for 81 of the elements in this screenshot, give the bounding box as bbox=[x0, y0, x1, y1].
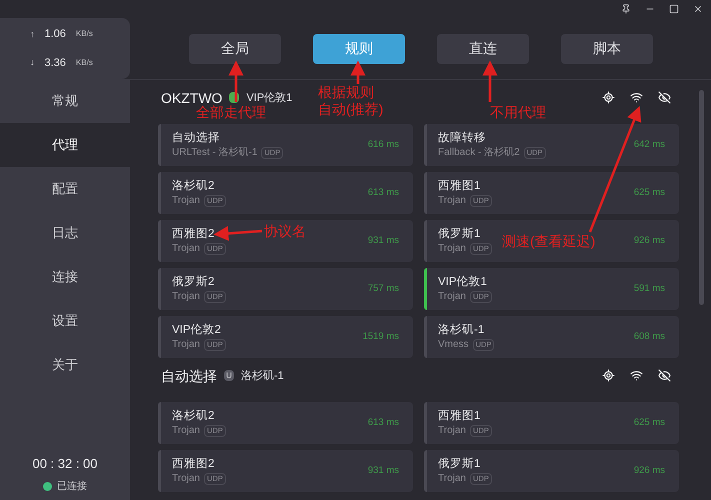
latency: 926 ms bbox=[634, 234, 665, 248]
annotation-text: 不用代理 bbox=[490, 104, 546, 121]
latency: 931 ms bbox=[368, 464, 399, 478]
proxy-type: Trojan bbox=[172, 338, 200, 352]
proxy-type: Trojan bbox=[172, 290, 200, 304]
latency: 625 ms bbox=[634, 416, 665, 430]
proxy-name: 自动选择 bbox=[172, 130, 220, 146]
close-icon[interactable] bbox=[693, 4, 703, 14]
latency: 926 ms bbox=[634, 464, 665, 478]
hide-icon[interactable] bbox=[658, 91, 671, 104]
traffic-value: 3.36 bbox=[44, 56, 66, 70]
status-label: 已连接 bbox=[57, 480, 87, 494]
annotation-text: 测速(查看延迟) bbox=[502, 232, 596, 250]
proxy-name: 俄罗斯2 bbox=[172, 274, 214, 290]
traffic-arrow: ↓ bbox=[30, 56, 34, 69]
proxy-type: Trojan bbox=[172, 194, 200, 208]
sidebar-item[interactable]: 日志 bbox=[0, 211, 130, 255]
locate-icon[interactable] bbox=[602, 369, 615, 382]
group-name: 自动选择 bbox=[161, 367, 217, 386]
hide-icon[interactable] bbox=[658, 369, 671, 382]
proxy-name: VIP伦敦1 bbox=[438, 274, 487, 290]
annotation-arrow bbox=[214, 226, 262, 241]
sidebar-item[interactable]: 常规 bbox=[0, 79, 130, 123]
proxy-type: Trojan bbox=[172, 472, 200, 486]
traffic-unit: KB/s bbox=[76, 28, 93, 40]
proxy-type: Trojan bbox=[438, 290, 466, 304]
proxy-name: 西雅图1 bbox=[438, 408, 480, 424]
proxy-type: URLTest - 洛杉矶-1 bbox=[172, 146, 258, 160]
latency: 613 ms bbox=[368, 186, 399, 200]
proxy-name: 洛杉矶2 bbox=[172, 408, 214, 424]
latency: 591 ms bbox=[634, 282, 665, 296]
proxy-type: Trojan bbox=[438, 424, 466, 438]
sidebar-item[interactable]: 关于 bbox=[0, 343, 130, 387]
traffic-unit: KB/s bbox=[76, 56, 93, 69]
proxy-name: 故障转移 bbox=[438, 130, 486, 146]
traffic-value: 1.06 bbox=[44, 27, 66, 42]
proxy-type: Fallback - 洛杉矶2 bbox=[438, 146, 520, 160]
maximize-icon[interactable] bbox=[669, 4, 679, 14]
latency: 608 ms bbox=[634, 330, 665, 344]
annotation-arrow bbox=[482, 60, 498, 102]
proxy-name: 西雅图2 bbox=[172, 226, 214, 242]
proxy-name: 西雅图1 bbox=[438, 178, 480, 194]
traffic-arrow: ↑ bbox=[30, 28, 34, 40]
sidebar-item[interactable]: 配置 bbox=[0, 167, 130, 211]
latency: 757 ms bbox=[368, 282, 399, 296]
proxy-name: VIP伦敦2 bbox=[172, 322, 221, 338]
locate-icon[interactable] bbox=[602, 91, 615, 104]
mode-tab[interactable]: 直连 bbox=[437, 34, 529, 64]
scrollbar-thumb[interactable] bbox=[699, 90, 704, 305]
proxy-name: 洛杉矶-1 bbox=[438, 322, 484, 338]
annotation-text: 全部走代理 bbox=[196, 104, 266, 121]
proxy-type: Trojan bbox=[172, 242, 200, 256]
proxy-type: Trojan bbox=[172, 424, 200, 438]
group-current: 洛杉矶-1 bbox=[241, 369, 284, 384]
proxy-name: 西雅图2 bbox=[172, 456, 214, 472]
mode-tab[interactable]: 全局 bbox=[189, 34, 281, 64]
annotation-text: 协议名 bbox=[264, 222, 306, 240]
sidebar-item[interactable]: 设置 bbox=[0, 299, 130, 343]
proxy-name: 俄罗斯1 bbox=[438, 226, 480, 242]
proxy-name: 洛杉矶2 bbox=[172, 178, 214, 194]
latency: 642 ms bbox=[634, 138, 665, 152]
proxy-type: Trojan bbox=[438, 194, 466, 208]
sidebar-item[interactable]: 连接 bbox=[0, 255, 130, 299]
annotation-arrow bbox=[350, 60, 366, 84]
latency: 931 ms bbox=[368, 234, 399, 248]
annotation-text: 根据规则 自动(推荐) bbox=[318, 84, 384, 118]
proxy-name: 俄罗斯1 bbox=[438, 456, 480, 472]
latency: 616 ms bbox=[368, 138, 399, 152]
mode-tab[interactable]: 脚本 bbox=[561, 34, 653, 64]
proxy-type: Vmess bbox=[438, 338, 469, 352]
proxy-type: Trojan bbox=[438, 242, 466, 256]
group-badge: U bbox=[224, 370, 234, 381]
uptime: 00 : 32 : 00 bbox=[32, 454, 98, 472]
pin-icon[interactable] bbox=[621, 4, 631, 14]
group-current: VIP伦敦1 bbox=[246, 91, 292, 106]
latency: 613 ms bbox=[368, 416, 399, 430]
latency: 625 ms bbox=[634, 186, 665, 200]
group-name: OKZTWO bbox=[161, 89, 222, 106]
proxy-type: Trojan bbox=[438, 472, 466, 486]
latency: 1519 ms bbox=[362, 330, 399, 344]
annotation-arrow bbox=[228, 60, 244, 102]
